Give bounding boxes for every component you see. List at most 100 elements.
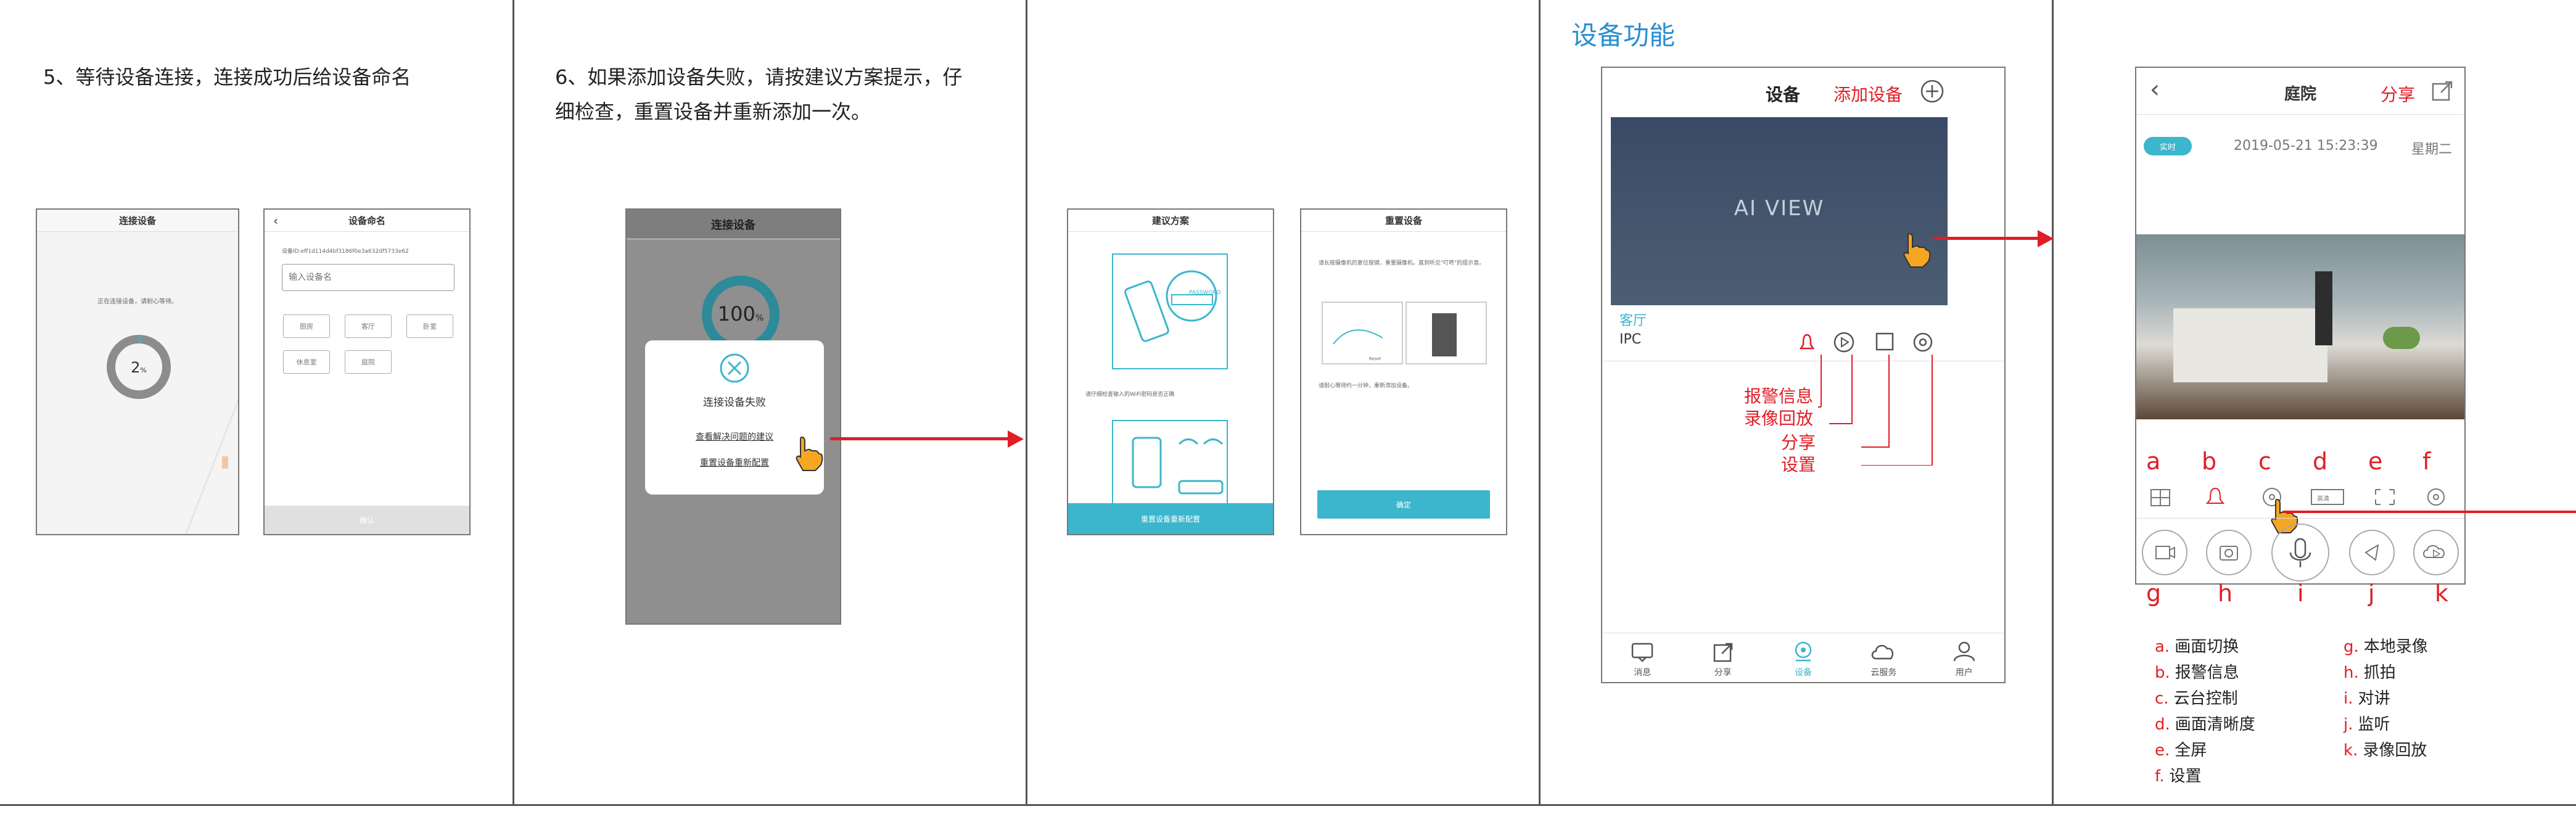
panel-device-functions: 设备功能 设备 添加设备 AI VIEW 客厅 IPC 报警信息 录像回放 分享… [1541, 0, 2054, 806]
add-device-button[interactable]: 添加设备 [1833, 81, 1903, 106]
marker-b: b [2202, 448, 2217, 475]
share-icon[interactable] [2431, 80, 2453, 102]
user-icon [1953, 641, 1975, 661]
device-type: IPC [1619, 332, 1642, 347]
legend-left: a. 画面切换 b. 报警信息 c. 云台控制 d. 画面清晰度 e. 全屏 f. 设置 [2155, 638, 2255, 786]
fail-text: 连接设备失败 [703, 397, 766, 409]
chip-lounge[interactable]: 休息室 [283, 350, 330, 374]
naming-title: 设备命名 [348, 215, 385, 226]
legend-item: 抓拍 [2363, 664, 2396, 682]
marker-k: k [2435, 580, 2449, 607]
reset-title: 重置设备 [1301, 210, 1506, 232]
step-6-line2: 细检查，重置设备并重新添加一次。 [555, 100, 871, 123]
camera-title: 庭院 [2284, 85, 2316, 104]
control-bar [2150, 487, 2445, 506]
marker-j: j [2368, 580, 2375, 607]
hd-label[interactable]: 高清 [2317, 493, 2329, 503]
progress-unit: % [140, 366, 147, 374]
marker-e: e [2368, 448, 2383, 475]
arrow-head-icon [1008, 430, 1024, 448]
arrow-pan-control [2283, 511, 2576, 513]
tab-share[interactable]: 分享 [1695, 641, 1751, 678]
chip-bedroom[interactable]: 卧室 [406, 314, 453, 338]
full-progress-value: 100 [717, 302, 755, 326]
suggestion-screen: 建议方案 PASSWORD 请仔细检查输入的WiFi密码是否正确 重置设备重新配… [1067, 208, 1274, 535]
reset-device-screen: 重置设备 请长按摄像机的复位按键，重置摄像机。直到听见"叮咚"的提示音。 Res… [1300, 208, 1507, 535]
room-illustration [184, 398, 238, 534]
progress-value: 2 [131, 359, 141, 376]
arrow-head-icon [2038, 230, 2054, 247]
arrow-to-suggestion [830, 437, 1015, 440]
wifi-hint: 请仔细检查输入的WiFi密码是否正确 [1085, 392, 1175, 398]
device-list-title: 设备 [1766, 84, 1801, 105]
full-progress-unit: % [755, 313, 764, 323]
panel-step-6: 6、如果添加设备失败，请按建议方案提示，仔 细检查，重置设备并重新添加一次。 连… [514, 0, 1027, 806]
message-icon [1631, 643, 1653, 662]
fail-screen-title: 连接设备 [627, 210, 840, 239]
chip-living-room[interactable]: 客厅 [345, 314, 392, 338]
marker-c: c [2258, 448, 2271, 475]
wifi-password-illustration [1112, 253, 1228, 369]
wait-text: 请耐心等待约一分钟，重新添加设备。 [1319, 383, 1414, 389]
connect-title: 连接设备 [37, 210, 238, 232]
back-icon[interactable]: ‹ [273, 213, 278, 228]
step-5-text: 5、等待设备连接，连接成功后给设备命名 [43, 65, 411, 89]
section-heading: 设备功能 [1571, 20, 1676, 51]
legend-item: 监听 [2358, 715, 2390, 734]
panel-suggestion: 建议方案 PASSWORD 请仔细检查输入的WiFi密码是否正确 重置设备重新配… [1027, 0, 1541, 806]
live-badge: 实时 [2144, 137, 2192, 155]
cloud-icon [1872, 644, 1894, 659]
panel-live-view: ‹ 庭院 分享 实时 2019-05-21 15:23:39 星期二 高清 a … [2054, 0, 2576, 806]
tab-label: 云服务 [1870, 667, 1897, 678]
marker-g: g [2146, 580, 2162, 607]
panel-step-5: 5、等待设备连接，连接成功后给设备命名 连接设备 正在连接设备，请耐心等待。 2… [0, 0, 514, 806]
tab-label: 分享 [1714, 667, 1732, 678]
legend-item: 云台控制 [2173, 689, 2238, 708]
tab-messages[interactable]: 消息 [1615, 641, 1670, 678]
tab-cloud[interactable]: 云服务 [1856, 641, 1911, 678]
tab-label: 用户 [1955, 667, 1973, 678]
chip-yard[interactable]: 庭院 [345, 350, 392, 374]
legend-item: 全屏 [2175, 741, 2207, 760]
tab-label: 消息 [1634, 667, 1652, 678]
suggestion-title: 建议方案 [1068, 210, 1273, 232]
reset-confirm-button[interactable]: 确定 [1317, 490, 1490, 519]
tab-devices[interactable]: 设备 [1776, 641, 1831, 678]
annotation-settings: 设置 [1781, 454, 1816, 475]
annotation-alarm: 报警信息 [1744, 386, 1814, 406]
legend-right: g. 本地录像 h. 抓拍 i. 对讲 j. 监听 k. 录像回放 [2344, 638, 2428, 760]
reset-reconfigure-button[interactable]: 重置设备重新配置 [1068, 503, 1273, 534]
tab-user[interactable]: 用户 [1936, 641, 1992, 678]
share-button[interactable]: 分享 [2381, 81, 2415, 106]
device-name-input[interactable] [282, 264, 455, 291]
live-datetime: 2019-05-21 15:23:39 [2234, 138, 2378, 154]
camera-preview[interactable]: AI VIEW [1611, 117, 1948, 305]
share-icon [1713, 643, 1732, 662]
legend-item: 设置 [2169, 767, 2202, 786]
confirm-button[interactable]: 确认 [265, 506, 469, 534]
marker-i: i [2297, 580, 2304, 607]
live-video-feed[interactable] [2136, 234, 2464, 419]
chip-kitchen[interactable]: 厨房 [283, 314, 330, 338]
annotation-playback: 录像回放 [1744, 408, 1814, 429]
legend-item: 画面清晰度 [2175, 715, 2255, 734]
arrow-to-live-view [1934, 237, 2040, 240]
legend-item: 录像回放 [2363, 741, 2427, 760]
connect-fail-screen: 连接设备 100% 连接设备失败 查看解决问题的建议 重置设备重新配置 [625, 208, 841, 625]
reset-label: Reset [1369, 356, 1381, 361]
preview-label: AI VIEW [1734, 196, 1825, 221]
annotation-lines [1818, 355, 1933, 466]
bottom-border [0, 804, 2576, 806]
legend-item: 报警信息 [2175, 664, 2239, 682]
hand-pointer-icon [796, 436, 823, 471]
plus-circle-icon[interactable] [1920, 79, 1944, 104]
annotation-share: 分享 [1781, 432, 1816, 453]
device-id: 设备ID:eff1d114d4bf3186f0e3a632df5733e62 [282, 249, 409, 255]
camera-tab-icon [1795, 641, 1812, 661]
device-list-screen: 设备 添加设备 AI VIEW 客厅 IPC 报警信息 录像回放 分享 设置 消… [1601, 67, 2006, 683]
live-weekday: 星期二 [2411, 142, 2453, 157]
close-circle-icon [720, 353, 749, 383]
connect-device-screen: 连接设备 正在连接设备，请耐心等待。 2% [36, 208, 239, 535]
legend-item: 对讲 [2358, 689, 2390, 708]
reset-illustration [1322, 302, 1487, 364]
